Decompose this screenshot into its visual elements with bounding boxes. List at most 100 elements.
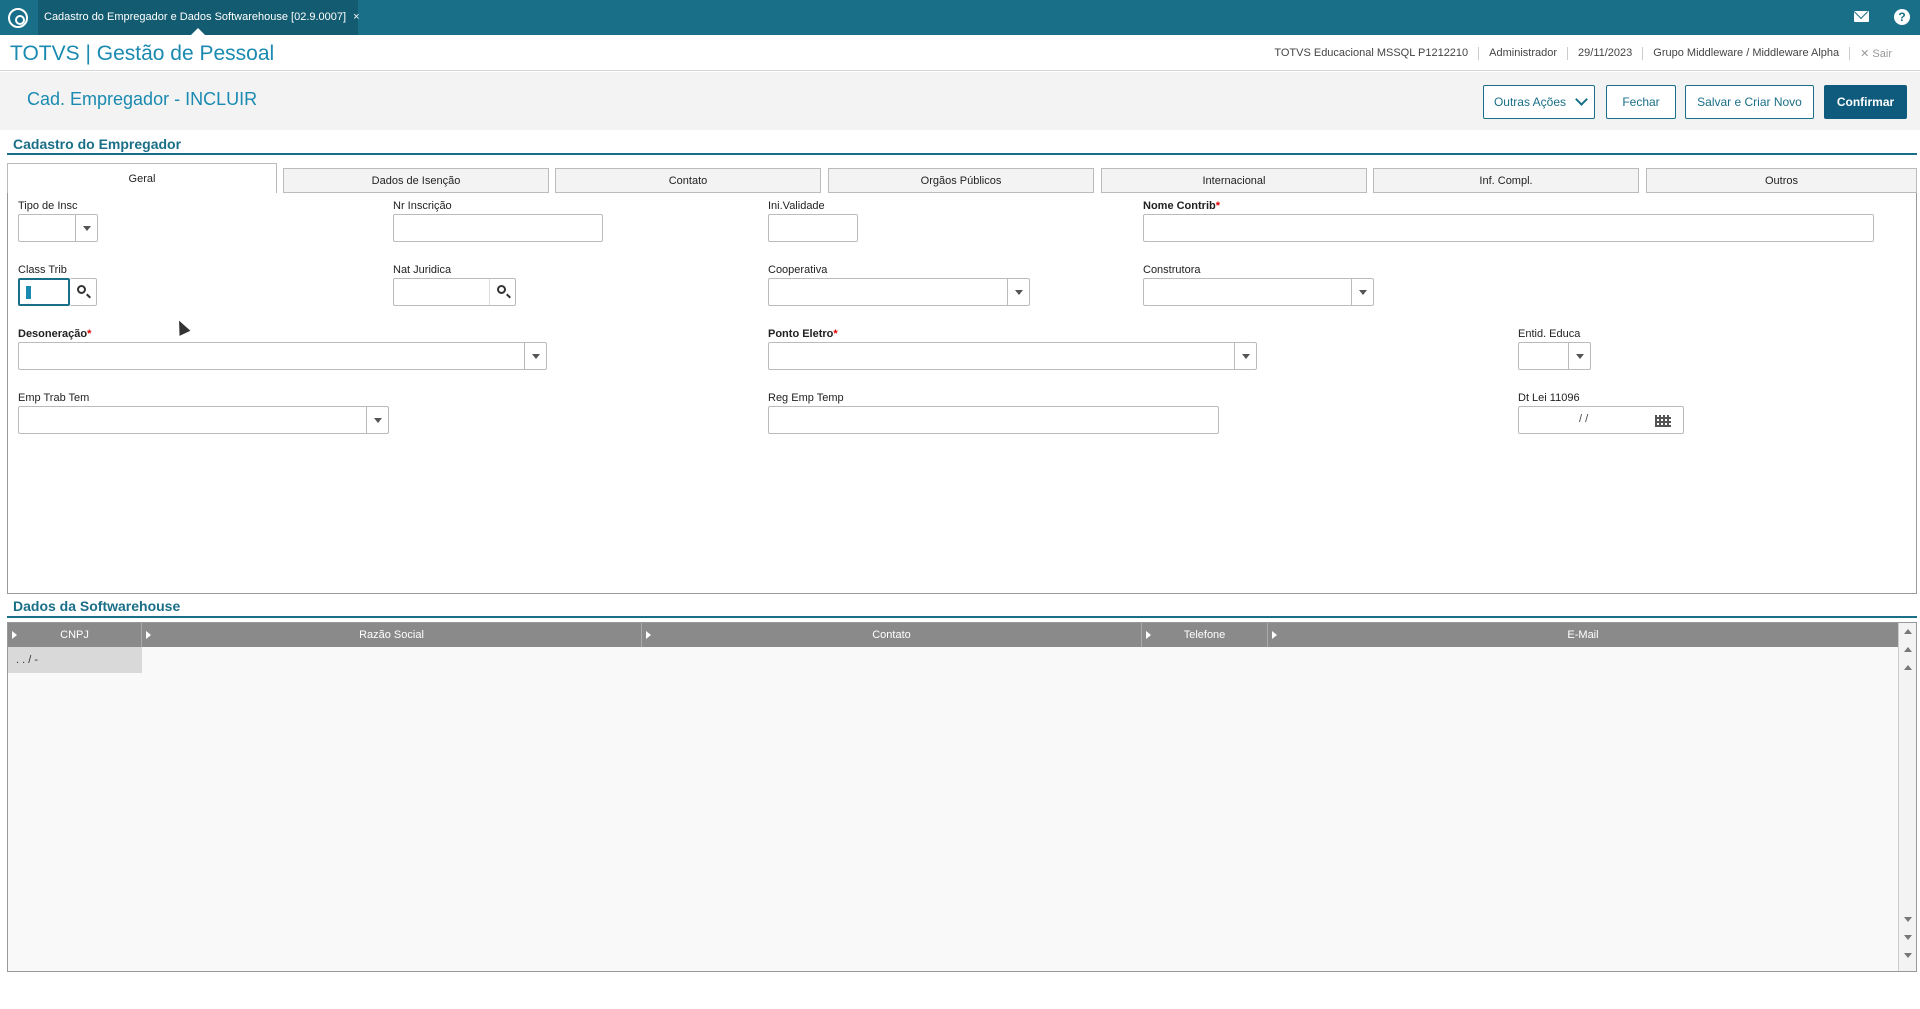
mail-icon[interactable] (1854, 11, 1869, 22)
dropdown-arrow-icon[interactable] (366, 407, 388, 433)
brand-title: TOTVS | Gestão de Pessoal (10, 42, 275, 65)
dropdown-arrow-icon[interactable] (75, 215, 97, 241)
emp-trab-tem-select[interactable] (18, 406, 389, 434)
search-icon[interactable] (70, 279, 96, 305)
entid-educa-label: Entid. Educa (1518, 328, 1581, 340)
nat-juridica-input[interactable] (393, 278, 516, 306)
date-label: 29/11/2023 (1567, 47, 1642, 60)
text-cursor (26, 286, 31, 299)
class-trib-input[interactable] (18, 278, 70, 306)
help-icon[interactable]: ? (1894, 9, 1910, 25)
cooperativa-select[interactable] (768, 278, 1030, 306)
cnpj-cell[interactable]: . . / - (16, 654, 38, 666)
section-title-empregador: Cadastro do Empregador (13, 136, 182, 152)
dropdown-arrow-icon[interactable] (1007, 279, 1029, 305)
section-divider (7, 153, 1917, 155)
reg-emp-temp-label: Reg Emp Temp (768, 392, 844, 404)
dt-lei-input[interactable]: / / (1518, 406, 1684, 434)
col-label: Telefone (1183, 629, 1226, 641)
tab-contato[interactable]: Contato (555, 168, 821, 193)
form-tabs: Geral Dados de Isenção Contato Orgãos Pú… (7, 163, 1917, 194)
tipo-insc-select[interactable] (18, 214, 98, 242)
table-row[interactable]: . . / - (8, 647, 142, 673)
confirmar-button[interactable]: Confirmar (1824, 85, 1907, 119)
fechar-button[interactable]: Fechar (1606, 85, 1676, 119)
col-label: Razão Social (359, 629, 424, 641)
search-icon[interactable] (489, 279, 515, 305)
calendar-icon[interactable] (1655, 415, 1671, 427)
col-label: E-Mail (1567, 629, 1599, 641)
dropdown-arrow-icon[interactable] (1568, 343, 1590, 369)
col-header-telefone[interactable]: Telefone (1142, 623, 1268, 647)
environment-label: TOTVS Educacional MSSQL P1212210 (1274, 47, 1469, 59)
scroll-up-icon[interactable] (1904, 665, 1912, 670)
tab-dados-isencao[interactable]: Dados de Isenção (283, 168, 549, 193)
top-bar: Cadastro do Empregador e Dados Softwareh… (0, 0, 1920, 35)
desoneracao-label: Desoneração (18, 328, 91, 340)
outras-acoes-label: Outras Ações (1493, 95, 1567, 109)
dropdown-arrow-icon[interactable] (524, 343, 546, 369)
tipo-insc-label: Tipo de Insc (18, 200, 78, 212)
tab-internacional[interactable]: Internacional (1101, 168, 1367, 193)
dropdown-arrow-icon[interactable] (1351, 279, 1373, 305)
ponto-eletro-label: Ponto Eletro (768, 328, 838, 340)
page-title: Cad. Empregador - INCLUIR (27, 89, 258, 109)
form-panel-geral (7, 193, 1917, 594)
softwarehouse-grid: CNPJ Razão Social Contato Telefone E-Mai… (7, 622, 1917, 972)
emp-trab-tem-label: Emp Trab Tem (18, 392, 90, 404)
app-header: TOTVS | Gestão de Pessoal TOTVS Educacio… (0, 35, 1920, 71)
nome-contrib-label: Nome Contrib (1143, 200, 1220, 212)
tab-geral[interactable]: Geral (7, 163, 277, 194)
cooperativa-label: Cooperativa (768, 264, 828, 276)
user-label: Administrador (1478, 47, 1567, 60)
section-title-softwarehouse: Dados da Softwarehouse (13, 598, 181, 614)
ini-validade-label: Ini.Validade (768, 200, 825, 212)
class-trib-label: Class Trib (18, 264, 67, 276)
header-info: TOTVS Educacional MSSQL P1212210 Adminis… (1264, 47, 1902, 60)
col-header-cnpj[interactable]: CNPJ (8, 623, 142, 647)
outras-acoes-button[interactable]: Outras Ações (1483, 85, 1595, 119)
nome-contrib-input[interactable] (1143, 214, 1874, 242)
active-tab-caret (191, 28, 205, 35)
entid-educa-select[interactable] (1518, 342, 1591, 370)
scroll-page-up-icon[interactable] (1904, 647, 1912, 652)
col-header-razao-social[interactable]: Razão Social (142, 623, 642, 647)
logout-button[interactable]: ✕ Sair (1849, 47, 1902, 60)
grid-header: CNPJ Razão Social Contato Telefone E-Mai… (8, 623, 1898, 647)
app-logo-icon[interactable] (8, 8, 28, 28)
class-trib-lookup-button[interactable] (70, 278, 97, 306)
tab-inf-compl[interactable]: Inf. Compl. (1373, 168, 1639, 193)
reg-emp-temp-input[interactable] (768, 406, 1219, 434)
tab-close-icon[interactable]: × (353, 11, 359, 23)
salvar-criar-novo-button[interactable]: Salvar e Criar Novo (1685, 85, 1814, 119)
column-toggle-icon (646, 631, 651, 639)
dt-lei-value: / / (1579, 413, 1589, 425)
nat-juridica-label: Nat Juridica (393, 264, 452, 276)
chevron-down-icon (1575, 93, 1588, 106)
scroll-page-down-icon[interactable] (1904, 935, 1912, 940)
ponto-eletro-select[interactable] (768, 342, 1257, 370)
ini-validade-input[interactable] (768, 214, 858, 242)
nr-inscricao-label: Nr Inscrição (393, 200, 452, 212)
tab-orgaos-publicos[interactable]: Orgãos Públicos (828, 168, 1094, 193)
section-divider (7, 616, 1917, 618)
dt-lei-label: Dt Lei 11096 (1518, 392, 1580, 404)
group-label: Grupo Middleware / Middleware Alpha (1642, 47, 1849, 60)
desoneracao-select[interactable] (18, 342, 547, 370)
scroll-down-icon[interactable] (1904, 917, 1912, 922)
column-toggle-icon (146, 631, 151, 639)
col-label: Contato (872, 629, 911, 641)
scroll-top-icon[interactable] (1904, 629, 1912, 634)
tab-title: Cadastro do Empregador e Dados Softwareh… (44, 11, 347, 23)
col-header-email[interactable]: E-Mail (1268, 623, 1898, 647)
construtora-label: Construtora (1143, 264, 1201, 276)
col-label: CNPJ (60, 629, 89, 641)
tab-outros[interactable]: Outros (1646, 168, 1917, 193)
dropdown-arrow-icon[interactable] (1234, 343, 1256, 369)
col-header-contato[interactable]: Contato (642, 623, 1142, 647)
scroll-bottom-icon[interactable] (1904, 953, 1912, 958)
grid-scrollbar[interactable] (1898, 623, 1916, 971)
construtora-select[interactable] (1143, 278, 1374, 306)
column-toggle-icon (1146, 631, 1151, 639)
nr-inscricao-input[interactable] (393, 214, 603, 242)
